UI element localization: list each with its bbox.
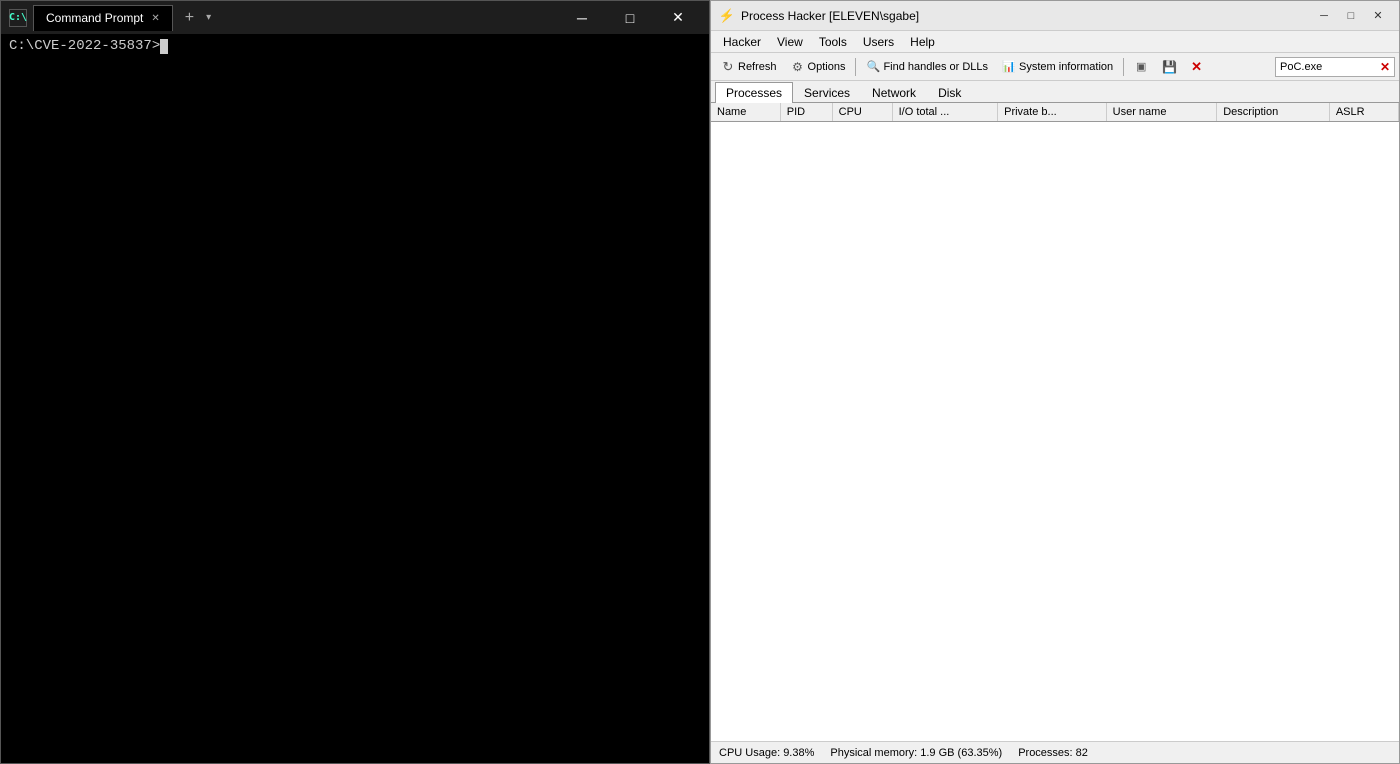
ph-app-icon	[719, 8, 735, 24]
ph-col-private[interactable]: Private b...	[998, 103, 1107, 122]
ph-toolbar-sep2	[1123, 58, 1124, 76]
ph-minimize-btn[interactable]: ─	[1311, 5, 1337, 27]
ph-col-io[interactable]: I/O total ...	[892, 103, 998, 122]
ph-col-aslr[interactable]: ASLR	[1329, 103, 1398, 122]
ph-toolbar: Refresh Options Find handles or DLLs Sys…	[711, 53, 1399, 81]
ph-col-pid[interactable]: PID	[780, 103, 832, 122]
ph-tab-processes[interactable]: Processes	[715, 82, 793, 103]
ph-processes-table: Name PID CPU I/O total ... Private b... …	[711, 103, 1399, 122]
ph-statusbar: CPU Usage: 9.38% Physical memory: 1.9 GB…	[711, 741, 1399, 763]
ph-refresh-label: Refresh	[738, 61, 777, 73]
ph-menubar: Hacker View Tools Users Help	[711, 31, 1399, 53]
cmd-tab-close-btn[interactable]: ✕	[151, 13, 159, 24]
cmd-window: C:\ Command Prompt ✕ + ▾ ─ □ ✕ C:\CVE-20…	[0, 0, 710, 764]
cmd-minimize-btn[interactable]: ─	[559, 1, 605, 34]
ph-toolbar-sep1	[855, 58, 856, 76]
cmd-prompt-text: C:\CVE-2022-35837>	[9, 38, 160, 54]
ph-col-cpu[interactable]: CPU	[832, 103, 892, 122]
cmd-titlebar-controls: ─ □ ✕	[559, 1, 701, 34]
ph-sysinfo-btn[interactable]: System information	[996, 56, 1119, 78]
ph-options-label: Options	[808, 61, 846, 73]
ph-maximize-btn[interactable]: □	[1338, 5, 1364, 27]
ph-tabs: Processes Services Network Disk	[711, 81, 1399, 103]
ph-refresh-btn[interactable]: Refresh	[715, 56, 783, 78]
ph-search-box[interactable]: ✕	[1275, 57, 1395, 77]
ph-menu-hacker[interactable]: Hacker	[715, 33, 769, 51]
ph-terminate-icon: ✕	[1191, 59, 1202, 75]
cmd-titlebar: C:\ Command Prompt ✕ + ▾ ─ □ ✕	[1, 1, 709, 34]
cmd-tab[interactable]: Command Prompt ✕	[33, 5, 173, 31]
ph-col-username[interactable]: User name	[1106, 103, 1217, 122]
ph-search-input[interactable]	[1280, 61, 1380, 73]
ph-tab-network[interactable]: Network	[861, 82, 927, 103]
ph-window-icon	[1134, 60, 1148, 74]
ph-sysinfo-icon	[1002, 60, 1016, 74]
ph-tab-services[interactable]: Services	[793, 82, 861, 103]
cmd-cursor	[160, 39, 168, 54]
cmd-body[interactable]: C:\CVE-2022-35837>	[1, 34, 709, 763]
ph-menu-tools[interactable]: Tools	[811, 33, 855, 51]
ph-icon-img	[719, 8, 735, 24]
ph-status-cpu: CPU Usage: 9.38%	[719, 747, 814, 759]
ph-col-description[interactable]: Description	[1217, 103, 1330, 122]
ph-status-processes: Processes: 82	[1018, 747, 1088, 759]
cmd-app-icon: C:\	[9, 9, 27, 27]
ph-find-btn[interactable]: Find handles or DLLs	[860, 56, 994, 78]
ph-close-btn[interactable]: ✕	[1365, 5, 1391, 27]
ph-window: Process Hacker [ELEVEN\sgabe] ─ □ ✕ Hack…	[710, 0, 1400, 764]
ph-menu-help[interactable]: Help	[902, 33, 943, 51]
cmd-close-btn[interactable]: ✕	[655, 1, 701, 34]
cmd-new-tab-btn[interactable]: +	[179, 9, 200, 27]
ph-save-icon: 💾	[1162, 60, 1177, 74]
ph-table-container[interactable]: Name PID CPU I/O total ... Private b... …	[711, 103, 1399, 741]
ph-options-icon	[791, 60, 805, 74]
ph-title-text: Process Hacker [ELEVEN\sgabe]	[741, 9, 1305, 23]
ph-options-btn[interactable]: Options	[785, 56, 852, 78]
ph-menu-users[interactable]: Users	[855, 33, 902, 51]
ph-refresh-icon	[721, 60, 735, 74]
ph-status-memory: Physical memory: 1.9 GB (63.35%)	[830, 747, 1002, 759]
cmd-tab-dropdown-btn[interactable]: ▾	[206, 12, 211, 23]
ph-titlebar: Process Hacker [ELEVEN\sgabe] ─ □ ✕	[711, 1, 1399, 31]
ph-table-header-row: Name PID CPU I/O total ... Private b... …	[711, 103, 1399, 122]
ph-menu-view[interactable]: View	[769, 33, 811, 51]
ph-titlebar-controls: ─ □ ✕	[1311, 5, 1391, 27]
ph-search-clear-btn[interactable]: ✕	[1380, 60, 1390, 74]
ph-tab-disk[interactable]: Disk	[927, 82, 972, 103]
ph-col-name[interactable]: Name	[711, 103, 780, 122]
ph-save-btn[interactable]: 💾	[1156, 56, 1183, 78]
ph-find-icon	[866, 60, 880, 74]
ph-sysinfo-label: System information	[1019, 61, 1113, 73]
cmd-prompt-line: C:\CVE-2022-35837>	[9, 38, 701, 54]
ph-window-toggle-btn[interactable]	[1128, 56, 1154, 78]
ph-find-label: Find handles or DLLs	[883, 61, 988, 73]
cmd-maximize-btn[interactable]: □	[607, 1, 653, 34]
ph-terminate-btn[interactable]: ✕	[1185, 56, 1208, 78]
cmd-tab-label: Command Prompt	[46, 11, 143, 25]
